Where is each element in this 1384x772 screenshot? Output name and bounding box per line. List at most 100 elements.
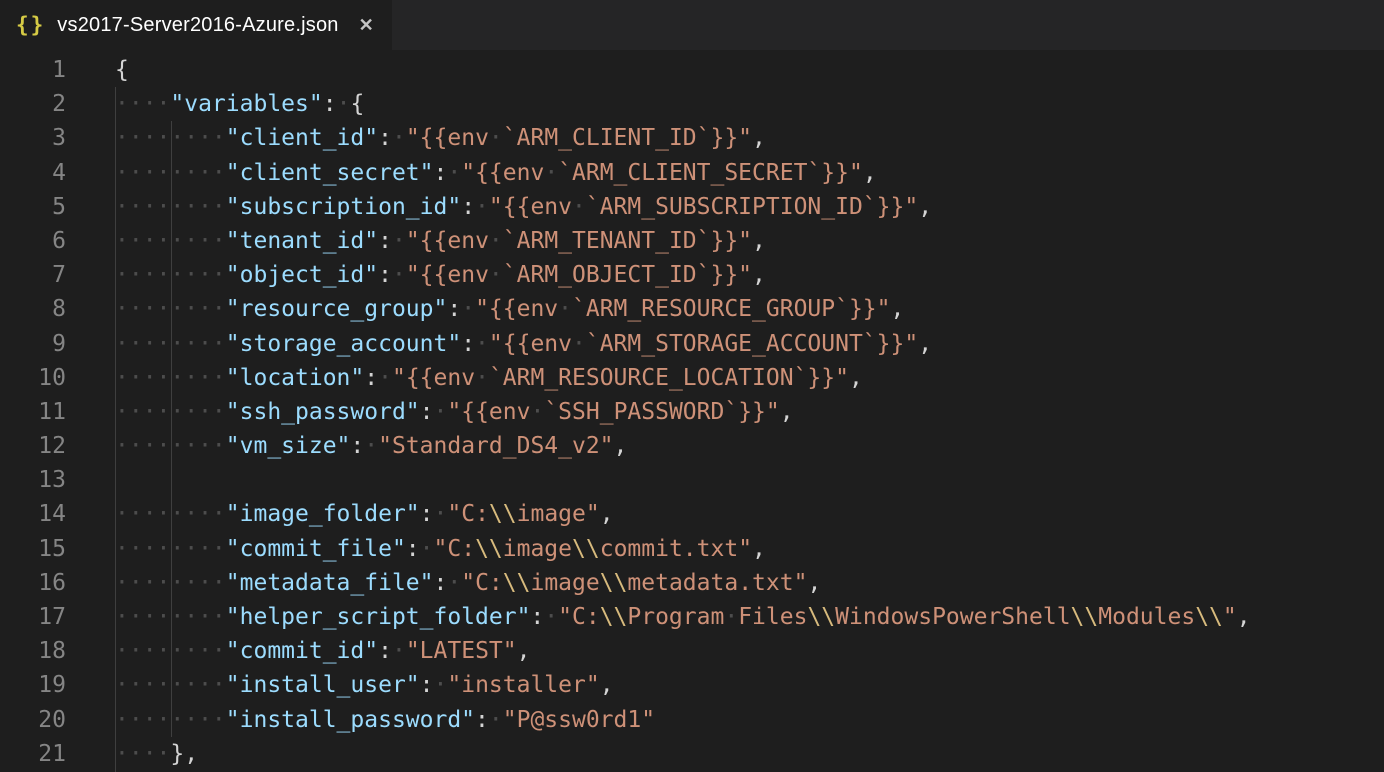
line-number[interactable]: 21 [0, 737, 66, 771]
whitespace-dots: · [420, 536, 434, 562]
code-token: \\ [475, 536, 503, 562]
code-token: : [434, 160, 448, 186]
code-text: ········"tenant_id":·"{{env·`ARM_TENANT_… [115, 224, 766, 258]
code-token: , [517, 638, 531, 664]
code-line[interactable]: 5········"subscription_id":·"{{env·`ARM_… [0, 190, 1384, 224]
code-token: : [461, 331, 475, 357]
code-token: \\ [572, 536, 600, 562]
line-number[interactable]: 16 [0, 566, 66, 600]
line-number[interactable]: 2 [0, 87, 66, 121]
tab-vs2017-server2016-azure-json[interactable]: {} vs2017-Server2016-Azure.json ✕ [0, 0, 392, 50]
code-token: `ARM_CLIENT_SECRET`}}" [558, 160, 863, 186]
code-token: "{{env [406, 125, 489, 151]
line-number[interactable]: 7 [0, 258, 66, 292]
code-line[interactable]: 13 [0, 463, 1384, 497]
code-token: `ARM_STORAGE_ACCOUNT`}}" [586, 331, 918, 357]
code-token: , [752, 125, 766, 151]
code-token: : [420, 672, 434, 698]
code-token: "variables" [170, 91, 322, 117]
code-line[interactable]: 6 ········"tenant_id":·"{{env·`ARM_TENANT… [0, 224, 1384, 258]
code-token: , [600, 501, 614, 527]
line-number[interactable]: 3 [0, 121, 66, 155]
code-token: , [918, 194, 932, 220]
code-token: "C: [447, 501, 489, 527]
code-token: `ARM_CLIENT_ID`}}" [503, 125, 752, 151]
code-line[interactable]: 7········"object_id":·"{{env·`ARM_OBJECT… [0, 258, 1384, 292]
line-number[interactable]: 13 [0, 463, 66, 497]
code-line[interactable]: 12········"vm_size":·"Standard_DS4_v2", [0, 429, 1384, 463]
code-line[interactable]: 9 ········"storage_account":·"{{env·`ARM_… [0, 327, 1384, 361]
line-number[interactable]: 18 [0, 634, 66, 668]
code-line[interactable]: 10········"location":·"{{env·`ARM_RESOUR… [0, 361, 1384, 395]
code-token: , [752, 536, 766, 562]
line-number[interactable]: 8 [0, 292, 66, 326]
line-number[interactable]: 15 [0, 532, 66, 566]
whitespace-dots: · [392, 228, 406, 254]
line-number[interactable]: 20 [0, 703, 66, 737]
code-token: "{{env [475, 296, 558, 322]
close-tab-icon[interactable]: ✕ [359, 16, 374, 34]
line-number[interactable]: 11 [0, 395, 66, 429]
code-line[interactable]: 18········"commit_id":·"LATEST", [0, 634, 1384, 668]
line-number[interactable]: 1 [0, 53, 66, 87]
code-token: , [863, 160, 877, 186]
code-token: , [614, 433, 628, 459]
line-number[interactable]: 19 [0, 668, 66, 702]
code-text: ········"client_id":·"{{env·`ARM_CLIENT_… [115, 121, 766, 155]
code-token: , [780, 399, 794, 425]
code-token: , [752, 228, 766, 254]
whitespace-dots: · [544, 160, 558, 186]
code-token: "commit_id" [226, 638, 378, 664]
whitespace-dots: · [447, 160, 461, 186]
code-line[interactable]: 14········"image_folder":·"C:\\image", [0, 497, 1384, 531]
code-token: `ARM_SUBSCRIPTION_ID`}}" [586, 194, 918, 220]
code-token: "resource_group" [226, 296, 448, 322]
code-token: : [530, 604, 544, 630]
code-token: : [461, 194, 475, 220]
code-token: \\ [489, 501, 517, 527]
code-token: commit.txt" [600, 536, 752, 562]
code-line[interactable]: 17········"helper_script_folder":·"C:\\P… [0, 600, 1384, 634]
code-token: \\ [1071, 604, 1099, 630]
code-line[interactable]: 21····}, [0, 737, 1384, 771]
line-number[interactable]: 12 [0, 429, 66, 463]
whitespace-dots: · [461, 296, 475, 322]
code-token: "C: [558, 604, 600, 630]
code-text: ········"commit_file":·"C:\\image\\commi… [115, 532, 766, 566]
line-number[interactable]: 9 [0, 327, 66, 361]
code-text: ········"resource_group":·"{{env·`ARM_RE… [115, 292, 904, 326]
whitespace-dots: · [544, 604, 558, 630]
line-number[interactable]: 6 [0, 224, 66, 258]
line-number[interactable]: 5 [0, 190, 66, 224]
code-line[interactable]: 4········"client_secret":·"{{env·`ARM_CL… [0, 156, 1384, 190]
code-token: : [475, 707, 489, 733]
code-line[interactable]: 20 ········"install_password":·"P@ssw0rd1… [0, 703, 1384, 737]
code-line[interactable]: 16········"metadata_file":·"C:\\image\\m… [0, 566, 1384, 600]
whitespace-dots: · [475, 194, 489, 220]
whitespace-dots: · [475, 331, 489, 357]
line-number[interactable]: 14 [0, 497, 66, 531]
code-line[interactable]: 8········"resource_group":·"{{env·`ARM_R… [0, 292, 1384, 326]
whitespace-dots: ········ [115, 125, 226, 151]
whitespace-dots: · [489, 125, 503, 151]
code-token: image [503, 536, 572, 562]
line-number[interactable]: 4 [0, 156, 66, 190]
code-text: ········"storage_account":·"{{env·`ARM_S… [115, 327, 932, 361]
code-line[interactable]: 15 ········"commit_file":·"C:\\image\\com… [0, 532, 1384, 566]
code-text: ········"install_password":·"P@ssw0rd1" [115, 703, 655, 737]
whitespace-dots: · [392, 638, 406, 664]
code-line[interactable]: 19········"install_user":·"installer", [0, 668, 1384, 702]
whitespace-dots: ········ [115, 707, 226, 733]
code-line[interactable]: 3 ········"client_id":·"{{env·`ARM_CLIENT… [0, 121, 1384, 155]
code-line[interactable]: 11········"ssh_password":·"{{env·`SSH_PA… [0, 395, 1384, 429]
code-token: : [447, 296, 461, 322]
code-line[interactable]: 2····"variables":·{ [0, 87, 1384, 121]
line-number[interactable]: 17 [0, 600, 66, 634]
code-token: `ARM_TENANT_ID`}}" [503, 228, 752, 254]
code-token: "{{env [489, 331, 572, 357]
code-line[interactable]: 1{ [0, 53, 1384, 87]
code-editor[interactable]: 1{2····"variables":·{3 ········"client_id… [0, 50, 1384, 772]
code-lines: 1{2····"variables":·{3 ········"client_id… [0, 53, 1384, 771]
line-number[interactable]: 10 [0, 361, 66, 395]
whitespace-dots: · [558, 296, 572, 322]
